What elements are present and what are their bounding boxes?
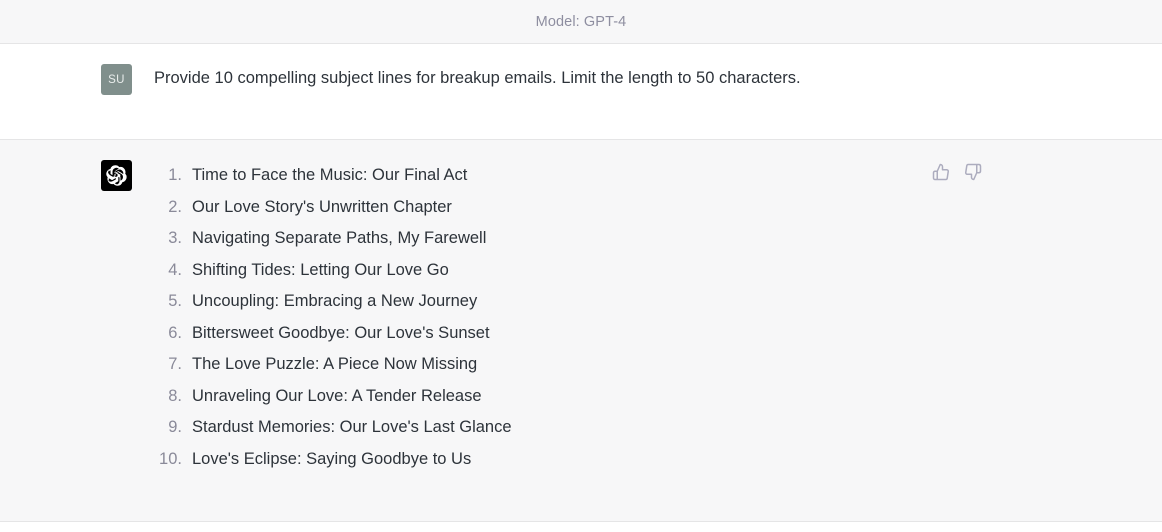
subject-lines-list: Time to Face the Music: Our Final Act Ou… [154, 160, 1142, 475]
user-avatar-column: SU [0, 64, 154, 119]
user-avatar: SU [101, 64, 132, 95]
user-message-body: Provide 10 compelling subject lines for … [154, 64, 1162, 119]
list-item: Time to Face the Music: Our Final Act [154, 160, 468, 191]
user-avatar-initials: SU [108, 73, 125, 86]
user-message-text: Provide 10 compelling subject lines for … [154, 69, 801, 87]
model-header-bar: Model: GPT-4 [0, 0, 1162, 44]
assistant-message-body: Time to Face the Music: Our Final Act Ou… [154, 160, 1162, 501]
chat-app: Model: GPT-4 SU Provide 10 compelling su… [0, 0, 1162, 532]
list-item: Unraveling Our Love: A Tender Release [154, 381, 482, 412]
user-message-row: SU Provide 10 compelling subject lines f… [0, 44, 1162, 140]
bottom-strip [0, 522, 1162, 532]
list-item: Shifting Tides: Letting Our Love Go [154, 255, 449, 286]
list-item: Stardust Memories: Our Love's Last Glanc… [154, 412, 512, 443]
list-item: Our Love Story's Unwritten Chapter [154, 192, 452, 223]
list-item: Love's Eclipse: Saying Goodbye to Us [154, 444, 472, 475]
list-item: The Love Puzzle: A Piece Now Missing [154, 349, 478, 380]
list-item: Navigating Separate Paths, My Farewell [154, 223, 487, 254]
assistant-avatar-column [0, 160, 154, 501]
thumbs-down-icon[interactable] [964, 163, 982, 181]
thumbs-up-icon[interactable] [932, 163, 950, 181]
list-item: Bittersweet Goodbye: Our Love's Sunset [154, 318, 490, 349]
model-label: Model: GPT-4 [535, 13, 627, 30]
feedback-controls [932, 163, 982, 181]
list-item: Uncoupling: Embracing a New Journey [154, 286, 478, 317]
openai-logo-icon [101, 160, 132, 191]
assistant-message-row: Time to Face the Music: Our Final Act Ou… [0, 140, 1162, 522]
